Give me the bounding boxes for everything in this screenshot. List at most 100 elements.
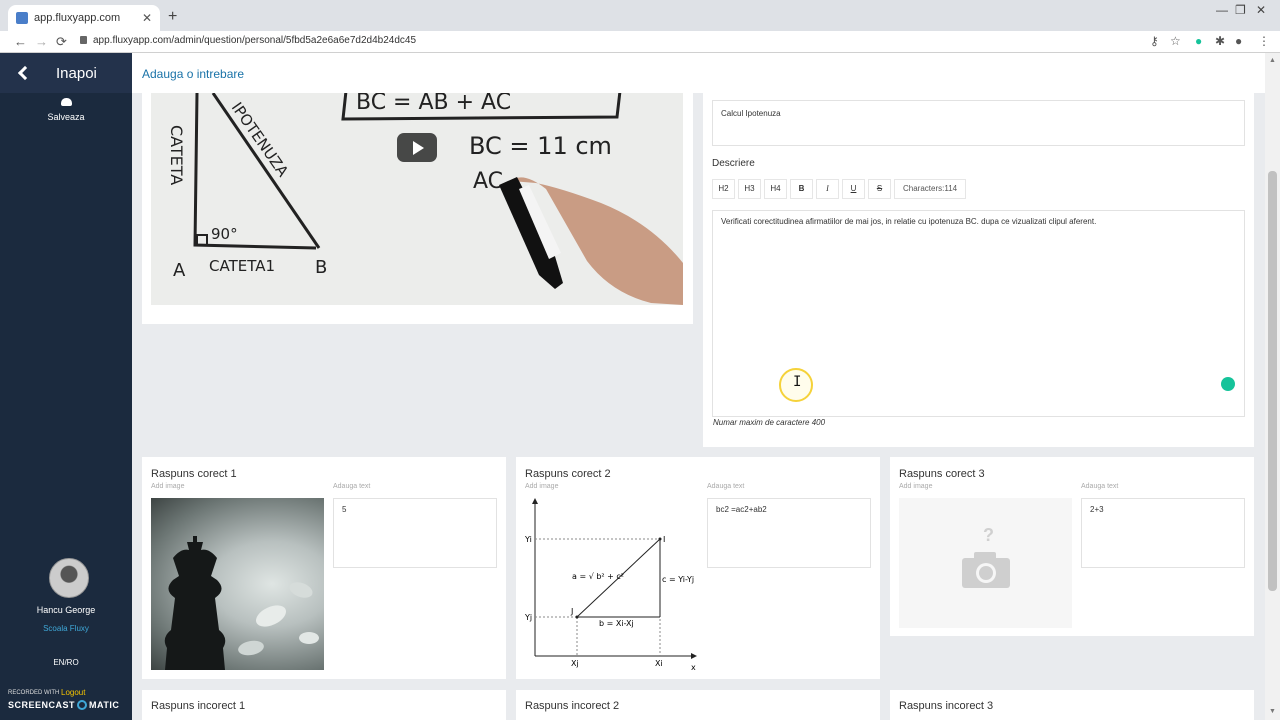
board-ac: AC <box>473 169 503 194</box>
italic-button[interactable]: I <box>816 179 839 199</box>
grammarly-extension-icon[interactable]: ● <box>1195 34 1202 48</box>
address-bar: ← → ⟳ app.fluxyapp.com/admin/question/pe… <box>0 31 1280 53</box>
language-switcher: EN/RO <box>0 658 132 667</box>
answer-title: Raspuns incorect 2 <box>525 700 620 712</box>
lock-icon <box>80 36 87 44</box>
add-text-label: Adauga text <box>1081 483 1119 490</box>
answer-image-diagram[interactable]: Yi Yj Xj Xi x I J a = √ b² + c² c = Yi-Y… <box>525 498 698 670</box>
scroll-thumb[interactable] <box>1268 171 1277 591</box>
minimize-icon[interactable]: — <box>1216 3 1228 17</box>
add-text-label: Adauga text <box>707 483 745 490</box>
label-x: x <box>691 663 696 670</box>
answer-title: Raspuns incorect 3 <box>899 700 994 712</box>
text-cursor-icon: I <box>793 374 802 390</box>
strikethrough-button[interactable]: S <box>868 179 891 199</box>
description-label: Descriere <box>712 158 755 169</box>
correct-answer-card-1: Raspuns corect 1 Add image Adauga text 5 <box>142 457 506 679</box>
recorded-with-label: RECORDED WITH <box>8 690 60 696</box>
url-text: app.fluxyapp.com/admin/question/personal… <box>93 35 417 46</box>
avatar[interactable] <box>49 558 89 598</box>
url-field[interactable]: app.fluxyapp.com/admin/question/personal… <box>80 35 416 46</box>
label-point-i: I <box>663 535 665 544</box>
question-mark-icon: ? <box>983 525 994 545</box>
play-button[interactable] <box>397 133 437 162</box>
answer-text-input[interactable]: bc2 =ac2+ab2 <box>707 498 871 568</box>
maximize-icon[interactable]: ❐ <box>1235 3 1246 17</box>
label-yj: Yj <box>525 613 532 622</box>
label-c: c = Yi-Yj <box>662 575 694 584</box>
whiteboard-video-frame: BC = AB + AC CATETA IPOTENUZA 90° A CATE… <box>151 93 683 305</box>
lang-en[interactable]: EN <box>53 658 64 667</box>
close-window-icon[interactable]: ✕ <box>1256 3 1266 17</box>
answer-image-placeholder[interactable]: ? <box>899 498 1072 628</box>
board-vertex-a: A <box>173 260 186 281</box>
answer-text-input[interactable]: 2+3 <box>1081 498 1245 568</box>
user-name: Hancu George <box>36 605 96 615</box>
logout-link[interactable]: Logout <box>61 688 85 697</box>
save-button[interactable]: Salveaza <box>0 98 132 122</box>
underline-button[interactable]: U <box>842 179 865 199</box>
label-a-formula: a = √ b² + c² <box>572 572 624 581</box>
incorrect-answer-card-1: Raspuns incorect 1 <box>142 690 506 720</box>
video-card: BC = AB + AC CATETA IPOTENUZA 90° A CATE… <box>142 93 693 324</box>
max-chars-hint: Numar maxim de caractere 400 <box>713 418 826 427</box>
bold-button[interactable]: B <box>790 179 813 199</box>
h2-button[interactable]: H2 <box>712 179 735 199</box>
favicon-icon <box>16 12 28 24</box>
camera-icon <box>962 552 1010 588</box>
screencast-word: SCREENCAST <box>8 700 76 710</box>
key-icon[interactable]: ⚷ <box>1150 34 1159 48</box>
scroll-down-icon[interactable]: ▼ <box>1269 708 1276 715</box>
incorrect-answer-card-2: Raspuns incorect 2 <box>516 690 880 720</box>
new-tab-icon[interactable]: + <box>168 8 177 26</box>
cloud-upload-icon <box>60 98 72 106</box>
lang-ro[interactable]: RO <box>67 658 79 667</box>
correct-answer-card-3: Raspuns corect 3 Add image Adauga text ?… <box>890 457 1254 636</box>
school-link[interactable]: Scoala Fluxy <box>0 624 132 633</box>
correct-answer-card-2: Raspuns corect 2 Add image Adauga text Y… <box>516 457 880 679</box>
reload-icon[interactable]: ⟳ <box>56 34 67 50</box>
extensions-icon[interactable]: ✱ <box>1215 34 1225 48</box>
star-icon[interactable]: ☆ <box>1170 34 1181 48</box>
description-editor[interactable]: Verificati corectitudinea afirmatiilor d… <box>712 210 1245 417</box>
scroll-up-icon[interactable]: ▲ <box>1269 57 1276 64</box>
answer-title: Raspuns incorect 1 <box>151 700 246 712</box>
page-title: Adauga o intrebare <box>142 67 245 81</box>
record-dot-icon <box>77 700 88 710</box>
close-tab-icon[interactable]: ✕ <box>142 11 152 25</box>
h4-button[interactable]: H4 <box>764 179 787 199</box>
label-yi: Yi <box>525 535 532 544</box>
description-text: Verificati corectitudinea afirmatiilor d… <box>721 217 1097 226</box>
page-header: Adauga o intrebare <box>132 53 1265 93</box>
back-nav-icon[interactable]: ← <box>14 34 27 49</box>
menu-dots-icon[interactable]: ⋮ <box>1258 34 1270 48</box>
h3-button[interactable]: H3 <box>738 179 761 199</box>
board-cateta2-scribble: CATETA <box>167 125 186 185</box>
video-player[interactable]: BC = AB + AC CATETA IPOTENUZA 90° A CATE… <box>151 93 683 305</box>
answer-title: Raspuns corect 3 <box>899 468 985 480</box>
character-count: Characters:114 <box>894 179 967 199</box>
add-image-label: Add image <box>151 483 185 490</box>
question-title-input[interactable]: Calcul Ipotenuza <box>712 100 1245 146</box>
label-xj: Xj <box>571 659 579 668</box>
forward-nav-icon[interactable]: → <box>35 34 48 49</box>
answer-text-input[interactable]: 5 <box>333 498 497 568</box>
profile-icon[interactable]: ● <box>1235 34 1242 48</box>
answer-image-chess[interactable] <box>151 498 324 670</box>
board-cateta1: CATETA1 <box>209 257 275 275</box>
label-xi: Xi <box>655 659 663 668</box>
label-b: b = Xi-Xj <box>599 619 634 628</box>
matic-word: MATIC <box>89 700 120 710</box>
back-button[interactable]: Inapoi <box>0 53 132 93</box>
screencast-watermark: SCREENCAST MATIC <box>8 700 119 710</box>
add-image-label: Add image <box>525 483 559 490</box>
label-point-j: J <box>570 607 573 616</box>
answer-title: Raspuns corect 1 <box>151 468 237 480</box>
browser-tab[interactable]: app.fluxyapp.com ✕ <box>8 5 160 31</box>
page-scrollbar[interactable]: ▲ ▼ <box>1265 53 1280 720</box>
incorrect-answer-card-3: Raspuns incorect 3 <box>890 690 1254 720</box>
save-label: Salveaza <box>47 112 85 122</box>
grammarly-icon[interactable] <box>1221 377 1235 391</box>
chess-king-image <box>164 536 319 670</box>
arrow-left-icon <box>17 65 33 81</box>
